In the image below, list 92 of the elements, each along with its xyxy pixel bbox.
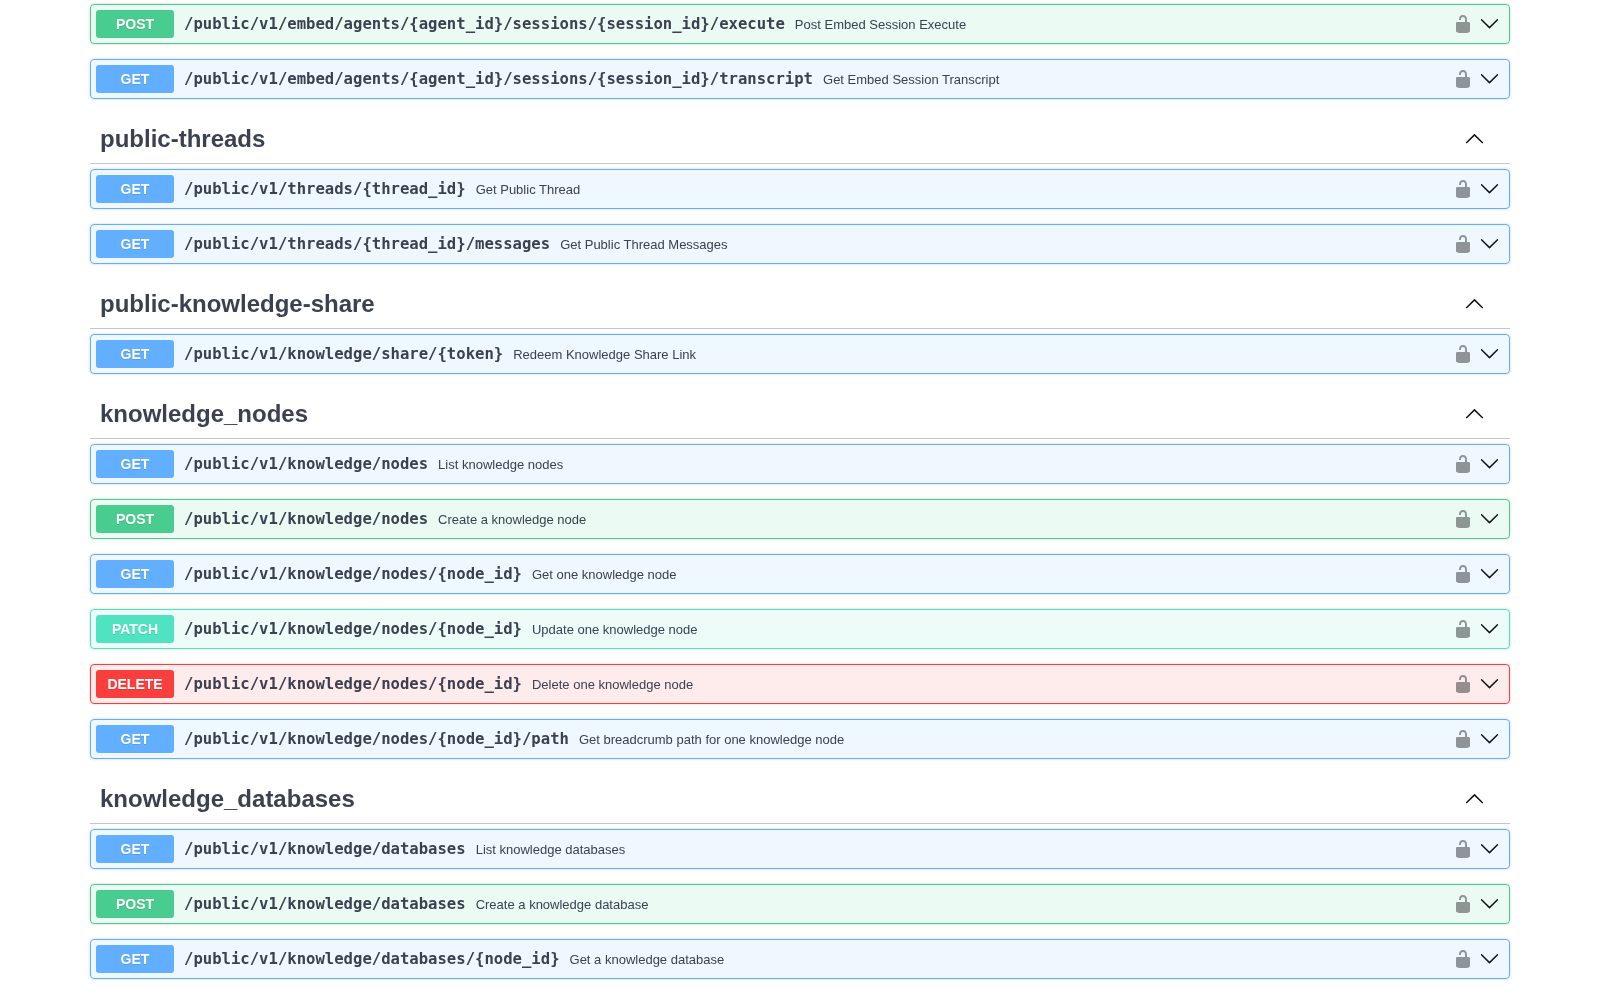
endpoint-row[interactable]: GET /public/v1/knowledge/databases List knowledge databases	[90, 829, 1510, 869]
method-label: GET	[96, 835, 174, 863]
endpoint-summary: Get one knowledge node	[532, 566, 677, 582]
chevron-icon[interactable]	[1466, 298, 1483, 309]
method-label: GET	[96, 65, 174, 93]
endpoint-summary: List knowledge databases	[475, 841, 626, 857]
endpoint-summary: Post Embed Session Execute	[794, 16, 967, 32]
endpoint-row[interactable]: DELETE /public/v1/knowledge/nodes/{node_id} Delete one knowledge node	[90, 664, 1510, 704]
method-label: POST	[96, 10, 174, 38]
chevron-icon[interactable]	[1481, 569, 1498, 579]
endpoint-row[interactable]: POST /public/v1/embed/agents/{agent_id}/sessions/{session_id}/execute Post Embed Session Execute	[90, 4, 1510, 44]
method-label: GET	[96, 945, 174, 973]
method-label: POST	[96, 505, 174, 533]
endpoint-path: /public/v1/knowledge/databases/{node_id}	[183, 950, 561, 968]
endpoint-row[interactable]: GET /public/v1/threads/{thread_id}/messages Get Public Thread Messages	[90, 224, 1510, 264]
chevron-icon[interactable]	[1481, 239, 1498, 249]
endpoint-summary: Get Public Thread Messages	[560, 236, 728, 252]
endpoint-path: /public/v1/knowledge/share/{token}	[183, 345, 505, 363]
endpoint-row[interactable]: GET /public/v1/knowledge/share/{token} Redeem Knowledge Share Link	[90, 334, 1510, 374]
endpoint-summary: Get breadcrumb path for one knowledge node	[578, 731, 845, 747]
endpoint-path: /public/v1/knowledge/nodes	[183, 510, 430, 528]
method-label: GET	[96, 230, 174, 258]
endpoint-row[interactable]: GET /public/v1/knowledge/databases/{node_id} Get a knowledge database	[90, 939, 1510, 979]
chevron-icon[interactable]	[1481, 679, 1498, 689]
endpoint-path: /public/v1/embed/agents/{agent_id}/sessions/{session_id}/execute	[183, 15, 786, 33]
section-title[interactable]: knowledge_databases	[100, 783, 355, 814]
endpoint-row[interactable]: POST /public/v1/knowledge/nodes Create a knowledge node	[90, 499, 1510, 539]
endpoint-summary: Delete one knowledge node	[532, 676, 694, 692]
endpoint-path: /public/v1/knowledge/nodes	[183, 455, 430, 473]
chevron-icon[interactable]	[1481, 514, 1498, 524]
method-label: GET	[96, 340, 174, 368]
chevron-icon[interactable]	[1481, 844, 1498, 854]
padlock-icon[interactable]	[1456, 345, 1470, 363]
endpoint-row[interactable]: PATCH /public/v1/knowledge/nodes/{node_id} Update one knowledge node	[90, 609, 1510, 649]
padlock-icon[interactable]	[1456, 730, 1470, 748]
endpoint-path: /public/v1/knowledge/nodes/{node_id}	[183, 675, 523, 693]
endpoint-row[interactable]: GET /public/v1/knowledge/nodes/{node_id} Get one knowledge node	[90, 554, 1510, 594]
chevron-icon[interactable]	[1466, 793, 1483, 804]
chevron-icon[interactable]	[1466, 408, 1483, 419]
section-title[interactable]: public-knowledge-share	[100, 288, 375, 319]
endpoint-path: /public/v1/knowledge/nodes/{node_id}	[183, 620, 523, 638]
endpoint-summary: Get a knowledge database	[569, 951, 725, 967]
method-label: DELETE	[96, 670, 174, 698]
chevron-icon[interactable]	[1466, 133, 1483, 144]
section-title[interactable]: knowledge_nodes	[100, 398, 309, 429]
endpoint-row[interactable]: GET /public/v1/threads/{thread_id} Get Public Thread	[90, 169, 1510, 209]
chevron-icon[interactable]	[1481, 19, 1498, 29]
method-label: GET	[96, 175, 174, 203]
endpoint-summary: Create a knowledge database	[475, 896, 649, 912]
chevron-icon[interactable]	[1481, 954, 1498, 964]
endpoint-path: /public/v1/embed/agents/{agent_id}/sessions/{session_id}/transcript	[183, 70, 814, 88]
endpoint-path: /public/v1/knowledge/nodes/{node_id}	[183, 565, 523, 583]
endpoint-summary: Get Public Thread	[475, 181, 581, 197]
endpoint-summary: Update one knowledge node	[532, 621, 698, 637]
chevron-icon[interactable]	[1481, 74, 1498, 84]
endpoint-path: /public/v1/knowledge/databases	[183, 895, 467, 913]
endpoint-path: /public/v1/threads/{thread_id}/messages	[183, 235, 552, 253]
method-label: POST	[96, 890, 174, 918]
endpoint-row[interactable]: POST /public/v1/knowledge/databases Create a knowledge database	[90, 884, 1510, 924]
endpoint-summary: Create a knowledge node	[438, 511, 587, 527]
padlock-icon[interactable]	[1456, 510, 1470, 528]
padlock-icon[interactable]	[1456, 235, 1470, 253]
padlock-icon[interactable]	[1456, 675, 1470, 693]
endpoint-path: /public/v1/knowledge/nodes/{node_id}/path	[183, 730, 570, 748]
padlock-icon[interactable]	[1456, 565, 1470, 583]
padlock-icon[interactable]	[1456, 895, 1470, 913]
chevron-icon[interactable]	[1481, 734, 1498, 744]
method-label: PATCH	[96, 615, 174, 643]
method-label: GET	[96, 560, 174, 588]
chevron-icon[interactable]	[1481, 349, 1498, 359]
chevron-icon[interactable]	[1481, 624, 1498, 634]
endpoint-row[interactable]: GET /public/v1/knowledge/nodes List knowledge nodes	[90, 444, 1510, 484]
endpoint-summary: Get Embed Session Transcript	[823, 71, 1000, 87]
padlock-icon[interactable]	[1456, 620, 1470, 638]
endpoint-summary: List knowledge nodes	[438, 456, 564, 472]
endpoint-row[interactable]: GET /public/v1/embed/agents/{agent_id}/sessions/{session_id}/transcript Get Embed Session Transcript	[90, 59, 1510, 99]
padlock-icon[interactable]	[1456, 455, 1470, 473]
padlock-icon[interactable]	[1456, 70, 1470, 88]
method-label: GET	[96, 725, 174, 753]
method-label: GET	[96, 450, 174, 478]
endpoint-summary: Redeem Knowledge Share Link	[513, 346, 697, 362]
padlock-icon[interactable]	[1456, 15, 1470, 33]
endpoint-path: /public/v1/threads/{thread_id}	[183, 180, 467, 198]
chevron-icon[interactable]	[1481, 184, 1498, 194]
chevron-icon[interactable]	[1481, 459, 1498, 469]
padlock-icon[interactable]	[1456, 180, 1470, 198]
padlock-icon[interactable]	[1456, 840, 1470, 858]
endpoint-path: /public/v1/knowledge/databases	[183, 840, 467, 858]
padlock-icon[interactable]	[1456, 950, 1470, 968]
section-title[interactable]: public-threads	[100, 123, 266, 154]
endpoint-row[interactable]: GET /public/v1/knowledge/nodes/{node_id}/path Get breadcrumb path for one knowledge node	[90, 719, 1510, 759]
chevron-icon[interactable]	[1481, 899, 1498, 909]
